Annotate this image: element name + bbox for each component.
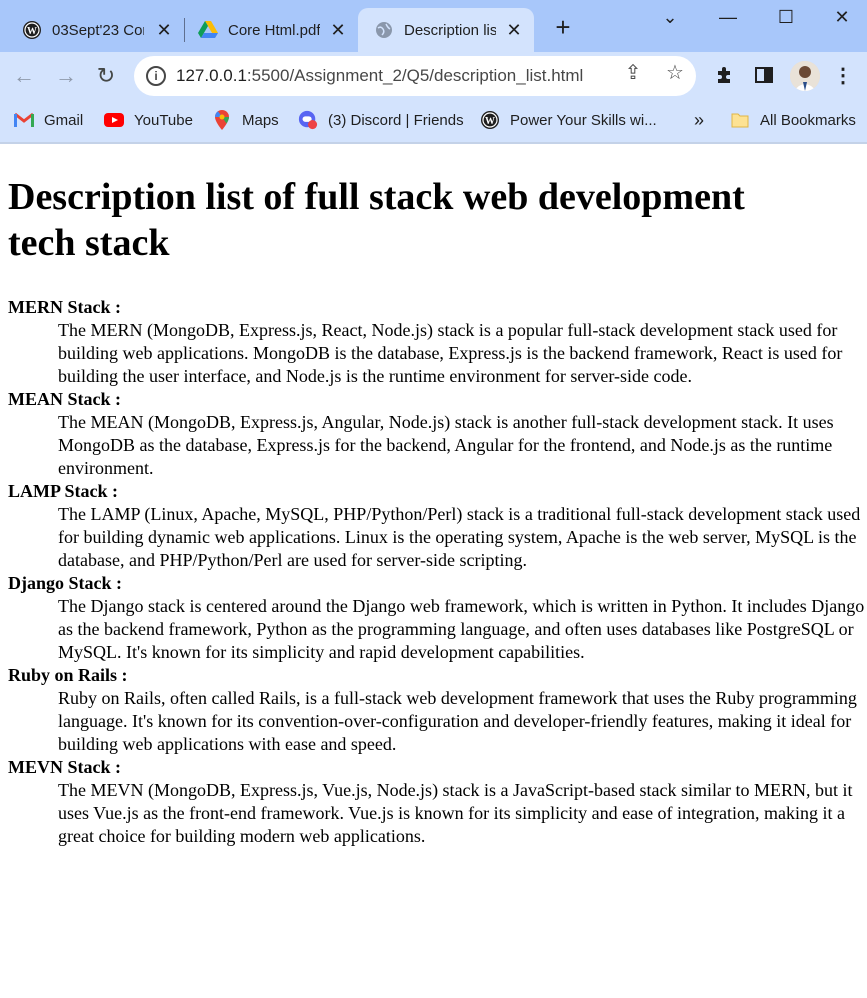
wordpress-icon: W	[480, 110, 500, 130]
forward-arrow-icon[interactable]: →	[52, 62, 80, 90]
term-django: Django Stack :	[8, 573, 123, 593]
bookmark-maps[interactable]: Maps	[212, 108, 279, 132]
tab-1[interactable]: W 03Sept'23 Core ✕	[14, 8, 184, 52]
profile-avatar[interactable]	[790, 61, 820, 91]
new-tab-icon[interactable]: +	[550, 14, 576, 40]
reload-icon[interactable]: ↻	[92, 62, 120, 90]
url-text[interactable]: 127.0.0.1:5500/Assignment_2/Q5/descripti…	[176, 66, 583, 86]
window-close-icon[interactable]: ✕	[828, 6, 856, 28]
bookmark-label: Gmail	[44, 111, 84, 129]
bookmark-youtube[interactable]: YouTube	[104, 108, 193, 132]
tech-stack-description-list: MERN Stack : The MERN (MongoDB, Express.…	[0, 296, 867, 848]
tab-title: Description list	[404, 21, 496, 39]
bookmark-gmail[interactable]: Gmail	[14, 108, 83, 132]
bookmarks-bar: Gmail YouTube Maps (3) Discord | Friends…	[0, 100, 867, 140]
tab-search-icon[interactable]: ⌄	[656, 6, 684, 28]
term-mern: MERN Stack :	[8, 297, 121, 317]
menu-kebab-icon[interactable]: ⋮	[832, 65, 854, 87]
description-mevn: The MEVN (MongoDB, Express.js, Vue.js, N…	[58, 780, 853, 846]
back-arrow-icon[interactable]: ←	[10, 62, 38, 90]
close-icon[interactable]: ✕	[328, 20, 348, 40]
all-bookmarks-label: All Bookmarks	[760, 111, 856, 129]
description-ruby-on-rails: Ruby on Rails, often called Rails, is a …	[58, 688, 857, 754]
toolbar: ← → ↻ i 127.0.0.1:5500/Assignment_2/Q5/d…	[0, 52, 867, 100]
share-icon[interactable]: ⇪	[622, 62, 644, 84]
url-host: 127.0.0.1	[176, 66, 247, 85]
bookmark-star-icon[interactable]: ☆	[664, 62, 686, 84]
svg-text:W: W	[485, 116, 495, 127]
youtube-icon	[104, 110, 124, 130]
description-mean: The MEAN (MongoDB, Express.js, Angular, …	[58, 412, 834, 478]
side-panel-icon[interactable]	[753, 65, 775, 87]
wordpress-icon: W	[22, 20, 42, 40]
description-mern: The MERN (MongoDB, Express.js, React, No…	[58, 320, 843, 386]
tab-title: 03Sept'23 Core	[52, 21, 144, 39]
term-ruby-on-rails: Ruby on Rails :	[8, 665, 128, 685]
page-heading: Description list of full stack web devel…	[8, 176, 745, 264]
tab-2[interactable]: Core Html.pdf ✕	[190, 8, 358, 52]
minimize-icon[interactable]: —	[714, 6, 742, 28]
maximize-icon[interactable]: ☐	[772, 6, 800, 28]
bookmark-label: Power Your Skills wi...	[510, 111, 657, 129]
tab-3-active[interactable]: Description list ✕	[358, 8, 534, 52]
description-lamp: The LAMP (Linux, Apache, MySQL, PHP/Pyth…	[58, 504, 861, 570]
google-drive-icon	[198, 20, 218, 40]
page-content: Description list of full stack web devel…	[0, 144, 867, 998]
discord-icon	[298, 110, 318, 130]
gmail-icon	[14, 110, 34, 130]
close-icon[interactable]: ✕	[504, 20, 524, 40]
bookmark-power-your-skills[interactable]: W Power Your Skills wi...	[480, 108, 657, 132]
folder-icon	[730, 110, 750, 130]
term-lamp: LAMP Stack :	[8, 481, 118, 501]
address-bar[interactable]: i 127.0.0.1:5500/Assignment_2/Q5/descrip…	[134, 56, 696, 96]
bookmarks-overflow-chevron[interactable]: »	[694, 108, 704, 132]
description-django: The Django stack is centered around the …	[58, 596, 865, 662]
term-mean: MEAN Stack :	[8, 389, 121, 409]
svg-text:W: W	[27, 26, 37, 37]
maps-icon	[212, 110, 232, 130]
close-icon[interactable]: ✕	[154, 20, 174, 40]
bookmark-label: Maps	[242, 111, 279, 129]
term-mevn: MEVN Stack :	[8, 757, 121, 777]
globe-icon	[374, 20, 394, 40]
url-path: :5500/Assignment_2/Q5/description_list.h…	[246, 66, 584, 85]
all-bookmarks-folder[interactable]: All Bookmarks	[730, 108, 856, 132]
bookmark-label: (3) Discord | Friends	[328, 111, 464, 129]
bookmark-label: YouTube	[134, 111, 193, 129]
tab-divider	[184, 18, 185, 42]
site-info-icon[interactable]: i	[146, 66, 166, 86]
extensions-puzzle-icon[interactable]	[713, 65, 735, 87]
browser-chrome: W 03Sept'23 Core ✕ Core Html.pdf ✕ Descr…	[0, 0, 867, 144]
bookmark-discord[interactable]: (3) Discord | Friends	[298, 108, 464, 132]
tab-strip: W 03Sept'23 Core ✕ Core Html.pdf ✕ Descr…	[0, 0, 867, 52]
tab-title: Core Html.pdf	[228, 21, 320, 39]
